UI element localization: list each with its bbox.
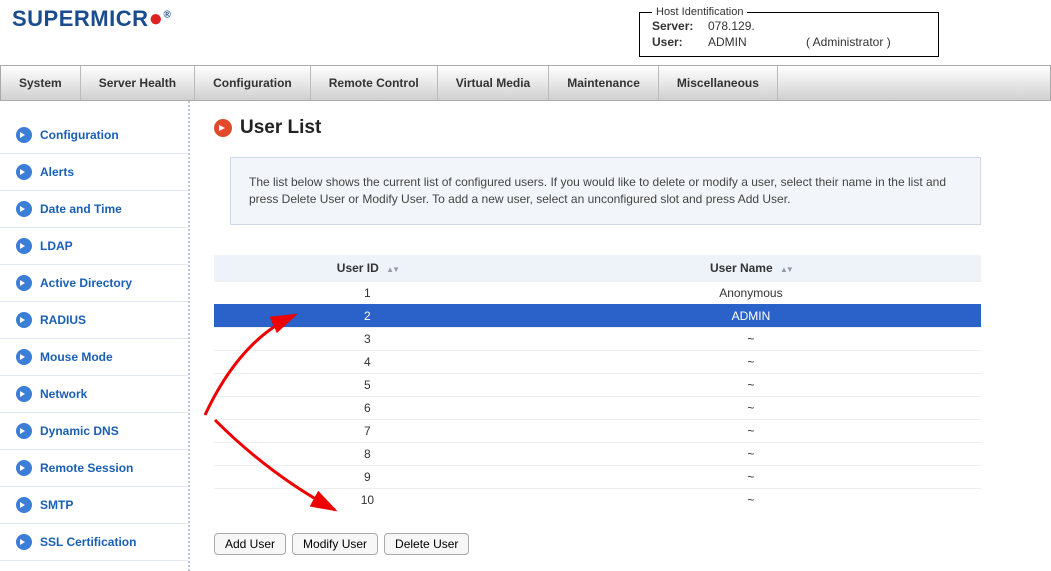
host-identification-box: Host Identification Server: 078.129. Use…	[639, 6, 939, 57]
sidebar-item-label: Network	[40, 387, 87, 401]
sidebar-item-label: Mouse Mode	[40, 350, 113, 364]
server-value: 078.129.	[708, 19, 798, 33]
sidebar-item-ssl-cert[interactable]: SSL Certification	[0, 524, 188, 561]
nav-virtual-media[interactable]: Virtual Media	[438, 66, 549, 100]
sidebar-item-label: Remote Session	[40, 461, 133, 475]
info-box: The list below shows the current list of…	[230, 157, 981, 225]
arrow-icon	[16, 460, 32, 476]
cell-userid: 7	[214, 419, 521, 442]
sidebar-item-ldap[interactable]: LDAP	[0, 228, 188, 265]
arrow-icon	[16, 423, 32, 439]
user-value: ADMIN	[708, 35, 798, 49]
nav-miscellaneous[interactable]: Miscellaneous	[659, 66, 778, 100]
table-row[interactable]: 2ADMIN	[214, 304, 981, 327]
sidebar-item-network[interactable]: Network	[0, 376, 188, 413]
add-user-button[interactable]: Add User	[214, 533, 286, 555]
table-row[interactable]: 1Anonymous	[214, 281, 981, 304]
cell-userid: 4	[214, 350, 521, 373]
arrow-right-icon	[214, 119, 232, 137]
table-row[interactable]: 3~	[214, 327, 981, 350]
table-row[interactable]: 4~	[214, 350, 981, 373]
user-label: User:	[652, 35, 700, 49]
col-header-label: User Name	[710, 261, 773, 275]
cell-username: ~	[521, 488, 981, 511]
sidebar-item-label: Active Directory	[40, 276, 132, 290]
sidebar-item-smtp[interactable]: SMTP	[0, 487, 188, 524]
cell-userid: 1	[214, 281, 521, 304]
sidebar-item-active-directory[interactable]: Active Directory	[0, 265, 188, 302]
sidebar-item-configuration[interactable]: Configuration	[0, 117, 188, 154]
brand-text: SUPERMICR	[12, 6, 149, 31]
table-row[interactable]: 5~	[214, 373, 981, 396]
arrow-icon	[16, 386, 32, 402]
sort-icon: ▲▼	[386, 265, 398, 274]
nav-maintenance[interactable]: Maintenance	[549, 66, 659, 100]
modify-user-button[interactable]: Modify User	[292, 533, 378, 555]
sidebar-item-label: Configuration	[40, 128, 119, 142]
sidebar-item-dynamic-dns[interactable]: Dynamic DNS	[0, 413, 188, 450]
sidebar-item-mouse-mode[interactable]: Mouse Mode	[0, 339, 188, 376]
cell-userid: 3	[214, 327, 521, 350]
table-row[interactable]: 6~	[214, 396, 981, 419]
arrow-icon	[16, 201, 32, 217]
col-header-label: User ID	[337, 261, 379, 275]
sidebar-item-label: LDAP	[40, 239, 73, 253]
col-header-username[interactable]: User Name ▲▼	[521, 255, 981, 282]
nav-configuration[interactable]: Configuration	[195, 66, 311, 100]
arrow-icon	[16, 497, 32, 513]
cell-userid: 2	[214, 304, 521, 327]
table-row[interactable]: 10~	[214, 488, 981, 511]
brand-logo: SUPERMICR●®	[12, 6, 171, 32]
sidebar-item-label: Dynamic DNS	[40, 424, 119, 438]
sidebar-item-label: SMTP	[40, 498, 73, 512]
arrow-icon	[16, 127, 32, 143]
table-row[interactable]: 9~	[214, 465, 981, 488]
cell-userid: 10	[214, 488, 521, 511]
cell-username: ~	[521, 327, 981, 350]
nav-remote-control[interactable]: Remote Control	[311, 66, 438, 100]
cell-username: ~	[521, 350, 981, 373]
cell-userid: 5	[214, 373, 521, 396]
sidebar-item-label: RADIUS	[40, 313, 86, 327]
cell-username: ~	[521, 373, 981, 396]
table-row[interactable]: 7~	[214, 419, 981, 442]
cell-username: Anonymous	[521, 281, 981, 304]
sidebar-item-radius[interactable]: RADIUS	[0, 302, 188, 339]
cell-username: ~	[521, 442, 981, 465]
cell-userid: 8	[214, 442, 521, 465]
arrow-icon	[16, 312, 32, 328]
delete-user-button[interactable]: Delete User	[384, 533, 469, 555]
cell-username: ~	[521, 419, 981, 442]
user-table: User ID ▲▼ User Name ▲▼ 1Anonymous2ADMIN…	[214, 255, 981, 511]
host-ident-legend: Host Identification	[652, 6, 747, 18]
nav-system[interactable]: System	[1, 66, 81, 100]
user-role: ( Administrator )	[806, 35, 891, 49]
cell-username: ~	[521, 396, 981, 419]
sidebar: Configuration Alerts Date and Time LDAP …	[0, 101, 190, 571]
cell-username: ADMIN	[521, 304, 981, 327]
sidebar-item-label: Alerts	[40, 165, 74, 179]
sidebar-item-label: SSL Certification	[40, 535, 136, 549]
sort-icon: ▲▼	[780, 265, 792, 274]
arrow-icon	[16, 238, 32, 254]
sidebar-item-remote-session[interactable]: Remote Session	[0, 450, 188, 487]
sidebar-item-alerts[interactable]: Alerts	[0, 154, 188, 191]
page-title: User List	[240, 117, 321, 139]
arrow-icon	[16, 275, 32, 291]
cell-username: ~	[521, 465, 981, 488]
top-navigation: System Server Health Configuration Remot…	[0, 65, 1051, 101]
server-label: Server:	[652, 19, 700, 33]
sidebar-item-date-time[interactable]: Date and Time	[0, 191, 188, 228]
table-row[interactable]: 8~	[214, 442, 981, 465]
nav-server-health[interactable]: Server Health	[81, 66, 195, 100]
col-header-userid[interactable]: User ID ▲▼	[214, 255, 521, 282]
cell-userid: 6	[214, 396, 521, 419]
sidebar-item-label: Date and Time	[40, 202, 122, 216]
cell-userid: 9	[214, 465, 521, 488]
arrow-icon	[16, 164, 32, 180]
arrow-icon	[16, 349, 32, 365]
